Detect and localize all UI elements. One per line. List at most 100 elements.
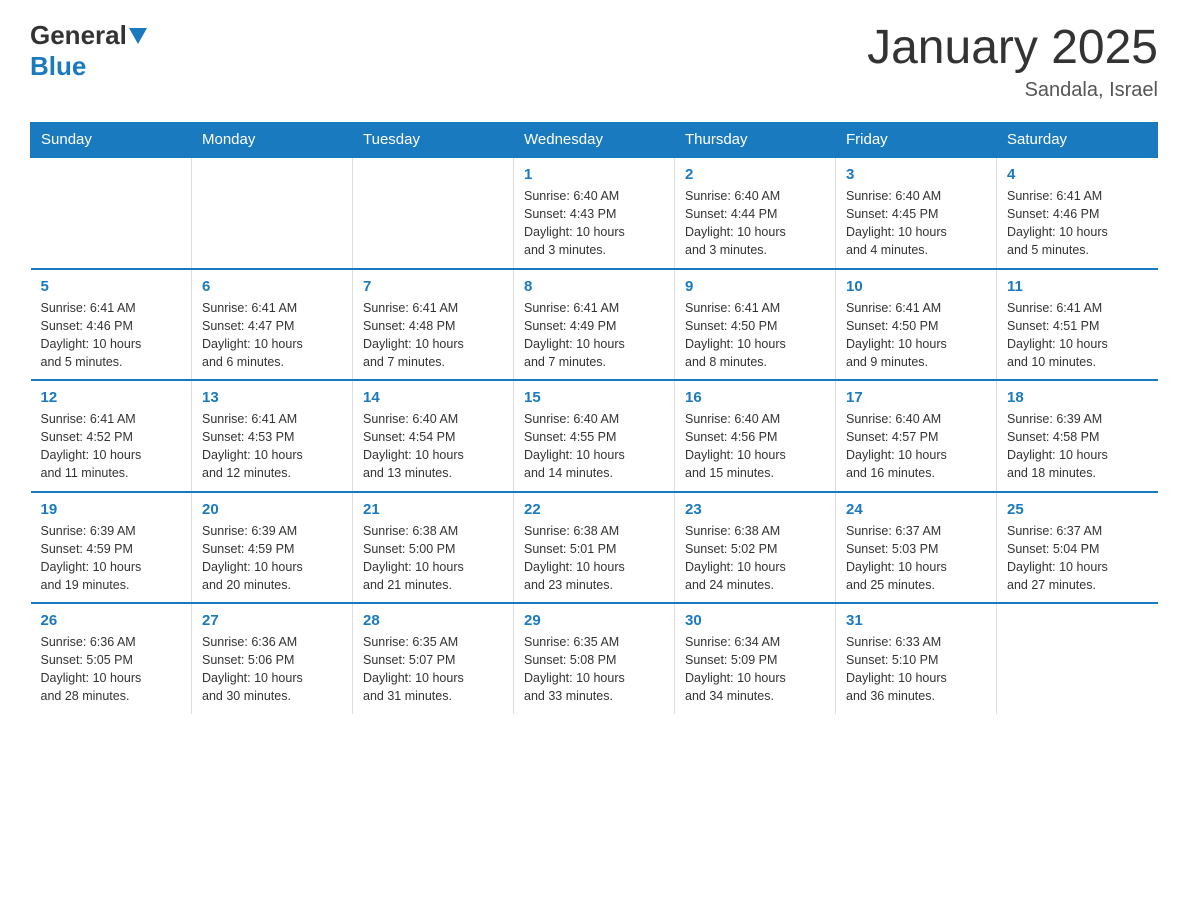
calendar-cell: 10Sunrise: 6:41 AM Sunset: 4:50 PM Dayli… <box>836 269 997 381</box>
calendar-cell: 1 Sunrise: 6:40 AM Sunset: 4:43 PM Daylig… <box>514 157 675 269</box>
calendar-cell: 6 Sunrise: 6:41 AM Sunset: 4:47 PM Daylig… <box>192 269 353 381</box>
header-saturday: Saturday <box>997 123 1158 158</box>
title-area: January 2025 Sandala, Israel <box>867 20 1158 102</box>
calendar-cell: 5Sunrise: 6:41 AM Sunset: 4:46 PM Daylig… <box>31 269 192 381</box>
day-info: Sunrise: 6:40 AM Sunset: 4:43 PM Dayligh… <box>524 187 664 260</box>
day-info: Sunrise: 6:41 AM Sunset: 4:47 PM Dayligh… <box>202 299 342 372</box>
header-friday: Friday <box>836 123 997 158</box>
calendar-header: SundayMondayTuesdayWednesdayThursdayFrid… <box>31 123 1158 158</box>
header-wednesday: Wednesday <box>514 123 675 158</box>
page-header: General Blue January 2025 Sandala, Israe… <box>30 20 1158 102</box>
day-number: 29 <box>524 612 664 629</box>
logo-triangle-icon <box>129 24 151 46</box>
location: Sandala, Israel <box>867 79 1158 102</box>
day-number: 3 <box>846 166 986 183</box>
day-info: Sunrise: 6:33 AM Sunset: 5:10 PM Dayligh… <box>846 633 986 706</box>
calendar-cell <box>31 157 192 269</box>
calendar-cell <box>997 603 1158 714</box>
calendar-cell: 23 Sunrise: 6:38 AM Sunset: 5:02 PM Dayli… <box>675 492 836 604</box>
day-info: Sunrise: 6:41 AM Sunset: 4:50 PM Dayligh… <box>685 299 825 372</box>
day-info: Sunrise: 6:38 AM Sunset: 5:00 PM Dayligh… <box>363 522 503 595</box>
day-info: Sunrise: 6:40 AM Sunset: 4:54 PM Dayligh… <box>363 410 503 483</box>
day-number: 8 <box>524 278 664 295</box>
calendar-cell: 27 Sunrise: 6:36 AM Sunset: 5:06 PM Dayli… <box>192 603 353 714</box>
day-number: 24 <box>846 501 986 518</box>
day-number: 7 <box>363 278 503 295</box>
calendar-cell: 31 Sunrise: 6:33 AM Sunset: 5:10 PM Dayli… <box>836 603 997 714</box>
calendar-cell: 12 Sunrise: 6:41 AM Sunset: 4:52 PM Dayli… <box>31 380 192 492</box>
calendar-cell: 14 Sunrise: 6:40 AM Sunset: 4:54 PM Dayli… <box>353 380 514 492</box>
header-tuesday: Tuesday <box>353 123 514 158</box>
calendar-table: SundayMondayTuesdayWednesdayThursdayFrid… <box>30 122 1158 714</box>
calendar-cell: 11Sunrise: 6:41 AM Sunset: 4:51 PM Dayli… <box>997 269 1158 381</box>
logo-blue: Blue <box>30 51 86 81</box>
calendar-week-5: 26Sunrise: 6:36 AM Sunset: 5:05 PM Dayli… <box>31 603 1158 714</box>
calendar-cell: 9 Sunrise: 6:41 AM Sunset: 4:50 PM Daylig… <box>675 269 836 381</box>
day-number: 26 <box>41 612 182 629</box>
day-number: 5 <box>41 278 182 295</box>
header-thursday: Thursday <box>675 123 836 158</box>
day-number: 2 <box>685 166 825 183</box>
day-info: Sunrise: 6:37 AM Sunset: 5:03 PM Dayligh… <box>846 522 986 595</box>
calendar-body: 1 Sunrise: 6:40 AM Sunset: 4:43 PM Daylig… <box>31 157 1158 714</box>
calendar-cell: 8 Sunrise: 6:41 AM Sunset: 4:49 PM Daylig… <box>514 269 675 381</box>
day-number: 9 <box>685 278 825 295</box>
header-sunday: Sunday <box>31 123 192 158</box>
day-number: 28 <box>363 612 503 629</box>
day-info: Sunrise: 6:39 AM Sunset: 4:59 PM Dayligh… <box>202 522 342 595</box>
day-number: 16 <box>685 389 825 406</box>
day-number: 30 <box>685 612 825 629</box>
month-title: January 2025 <box>867 20 1158 75</box>
calendar-cell: 22Sunrise: 6:38 AM Sunset: 5:01 PM Dayli… <box>514 492 675 604</box>
day-info: Sunrise: 6:34 AM Sunset: 5:09 PM Dayligh… <box>685 633 825 706</box>
day-number: 10 <box>846 278 986 295</box>
calendar-cell: 16Sunrise: 6:40 AM Sunset: 4:56 PM Dayli… <box>675 380 836 492</box>
day-info: Sunrise: 6:39 AM Sunset: 4:59 PM Dayligh… <box>41 522 182 595</box>
calendar-week-1: 1 Sunrise: 6:40 AM Sunset: 4:43 PM Daylig… <box>31 157 1158 269</box>
calendar-cell: 21 Sunrise: 6:38 AM Sunset: 5:00 PM Dayli… <box>353 492 514 604</box>
day-info: Sunrise: 6:39 AM Sunset: 4:58 PM Dayligh… <box>1007 410 1148 483</box>
calendar-cell: 28 Sunrise: 6:35 AM Sunset: 5:07 PM Dayli… <box>353 603 514 714</box>
day-info: Sunrise: 6:41 AM Sunset: 4:49 PM Dayligh… <box>524 299 664 372</box>
day-number: 21 <box>363 501 503 518</box>
weekday-header-row: SundayMondayTuesdayWednesdayThursdayFrid… <box>31 123 1158 158</box>
calendar-week-3: 12 Sunrise: 6:41 AM Sunset: 4:52 PM Dayli… <box>31 380 1158 492</box>
day-number: 17 <box>846 389 986 406</box>
calendar-week-4: 19 Sunrise: 6:39 AM Sunset: 4:59 PM Dayli… <box>31 492 1158 604</box>
day-number: 20 <box>202 501 342 518</box>
calendar-cell: 7 Sunrise: 6:41 AM Sunset: 4:48 PM Daylig… <box>353 269 514 381</box>
day-number: 25 <box>1007 501 1148 518</box>
day-info: Sunrise: 6:38 AM Sunset: 5:02 PM Dayligh… <box>685 522 825 595</box>
day-number: 12 <box>41 389 182 406</box>
day-number: 27 <box>202 612 342 629</box>
day-number: 14 <box>363 389 503 406</box>
day-number: 19 <box>41 501 182 518</box>
day-number: 1 <box>524 166 664 183</box>
day-number: 23 <box>685 501 825 518</box>
day-info: Sunrise: 6:41 AM Sunset: 4:46 PM Dayligh… <box>1007 187 1148 260</box>
day-info: Sunrise: 6:36 AM Sunset: 5:06 PM Dayligh… <box>202 633 342 706</box>
day-info: Sunrise: 6:41 AM Sunset: 4:48 PM Dayligh… <box>363 299 503 372</box>
calendar-cell <box>353 157 514 269</box>
day-number: 6 <box>202 278 342 295</box>
calendar-cell <box>192 157 353 269</box>
day-info: Sunrise: 6:40 AM Sunset: 4:45 PM Dayligh… <box>846 187 986 260</box>
calendar-week-2: 5Sunrise: 6:41 AM Sunset: 4:46 PM Daylig… <box>31 269 1158 381</box>
calendar-cell: 3 Sunrise: 6:40 AM Sunset: 4:45 PM Daylig… <box>836 157 997 269</box>
calendar-cell: 17 Sunrise: 6:40 AM Sunset: 4:57 PM Dayli… <box>836 380 997 492</box>
day-info: Sunrise: 6:41 AM Sunset: 4:52 PM Dayligh… <box>41 410 182 483</box>
day-info: Sunrise: 6:40 AM Sunset: 4:57 PM Dayligh… <box>846 410 986 483</box>
day-info: Sunrise: 6:37 AM Sunset: 5:04 PM Dayligh… <box>1007 522 1148 595</box>
calendar-cell: 18 Sunrise: 6:39 AM Sunset: 4:58 PM Dayli… <box>997 380 1158 492</box>
calendar-cell: 13Sunrise: 6:41 AM Sunset: 4:53 PM Dayli… <box>192 380 353 492</box>
day-number: 4 <box>1007 166 1148 183</box>
calendar-cell: 4 Sunrise: 6:41 AM Sunset: 4:46 PM Daylig… <box>997 157 1158 269</box>
calendar-cell: 19 Sunrise: 6:39 AM Sunset: 4:59 PM Dayli… <box>31 492 192 604</box>
day-info: Sunrise: 6:35 AM Sunset: 5:08 PM Dayligh… <box>524 633 664 706</box>
day-number: 31 <box>846 612 986 629</box>
day-info: Sunrise: 6:41 AM Sunset: 4:51 PM Dayligh… <box>1007 299 1148 372</box>
calendar-cell: 29 Sunrise: 6:35 AM Sunset: 5:08 PM Dayli… <box>514 603 675 714</box>
day-number: 18 <box>1007 389 1148 406</box>
day-info: Sunrise: 6:35 AM Sunset: 5:07 PM Dayligh… <box>363 633 503 706</box>
calendar-cell: 26Sunrise: 6:36 AM Sunset: 5:05 PM Dayli… <box>31 603 192 714</box>
